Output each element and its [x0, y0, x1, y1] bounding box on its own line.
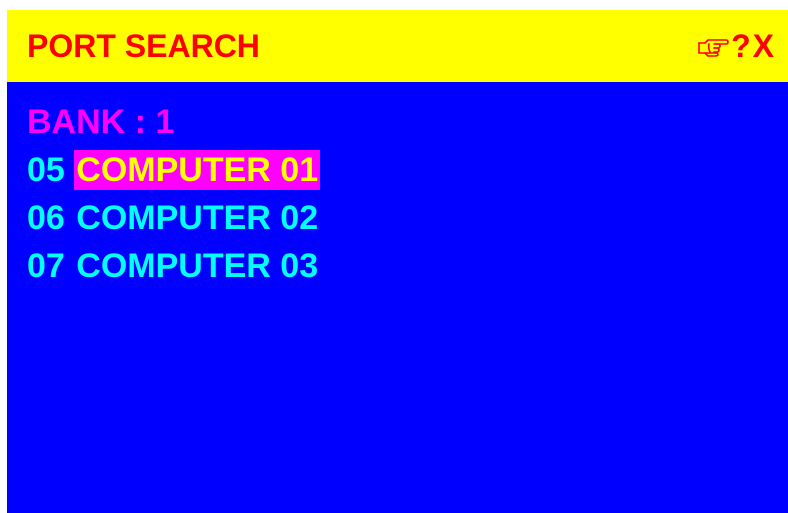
- port-name: COMPUTER 01: [74, 150, 321, 190]
- port-number: 06: [27, 199, 65, 237]
- close-button[interactable]: X: [753, 28, 774, 64]
- port-number: 05: [27, 151, 65, 189]
- port-list-item[interactable]: 05 COMPUTER 01: [27, 146, 321, 194]
- port-number: 07: [27, 247, 65, 285]
- port-name: COMPUTER 02: [76, 199, 319, 237]
- title-controls: ? X: [697, 28, 774, 64]
- port-name: COMPUTER 03: [76, 247, 319, 285]
- pointing-hand-icon[interactable]: [697, 35, 729, 57]
- osd-window: PORT SEARCH ? X BANK : 1 05 COMPUTER 01 …: [7, 10, 788, 513]
- port-list-panel: BANK : 1 05 COMPUTER 01 06 COMPUTER 02 0…: [27, 98, 321, 290]
- help-button[interactable]: ?: [731, 28, 751, 64]
- bank-label: BANK : 1: [27, 103, 175, 141]
- port-list-item[interactable]: 07 COMPUTER 03: [27, 242, 320, 290]
- title-bar: PORT SEARCH ? X: [7, 10, 788, 82]
- window-title: PORT SEARCH: [27, 28, 260, 64]
- port-list-item[interactable]: 06 COMPUTER 02: [27, 194, 320, 242]
